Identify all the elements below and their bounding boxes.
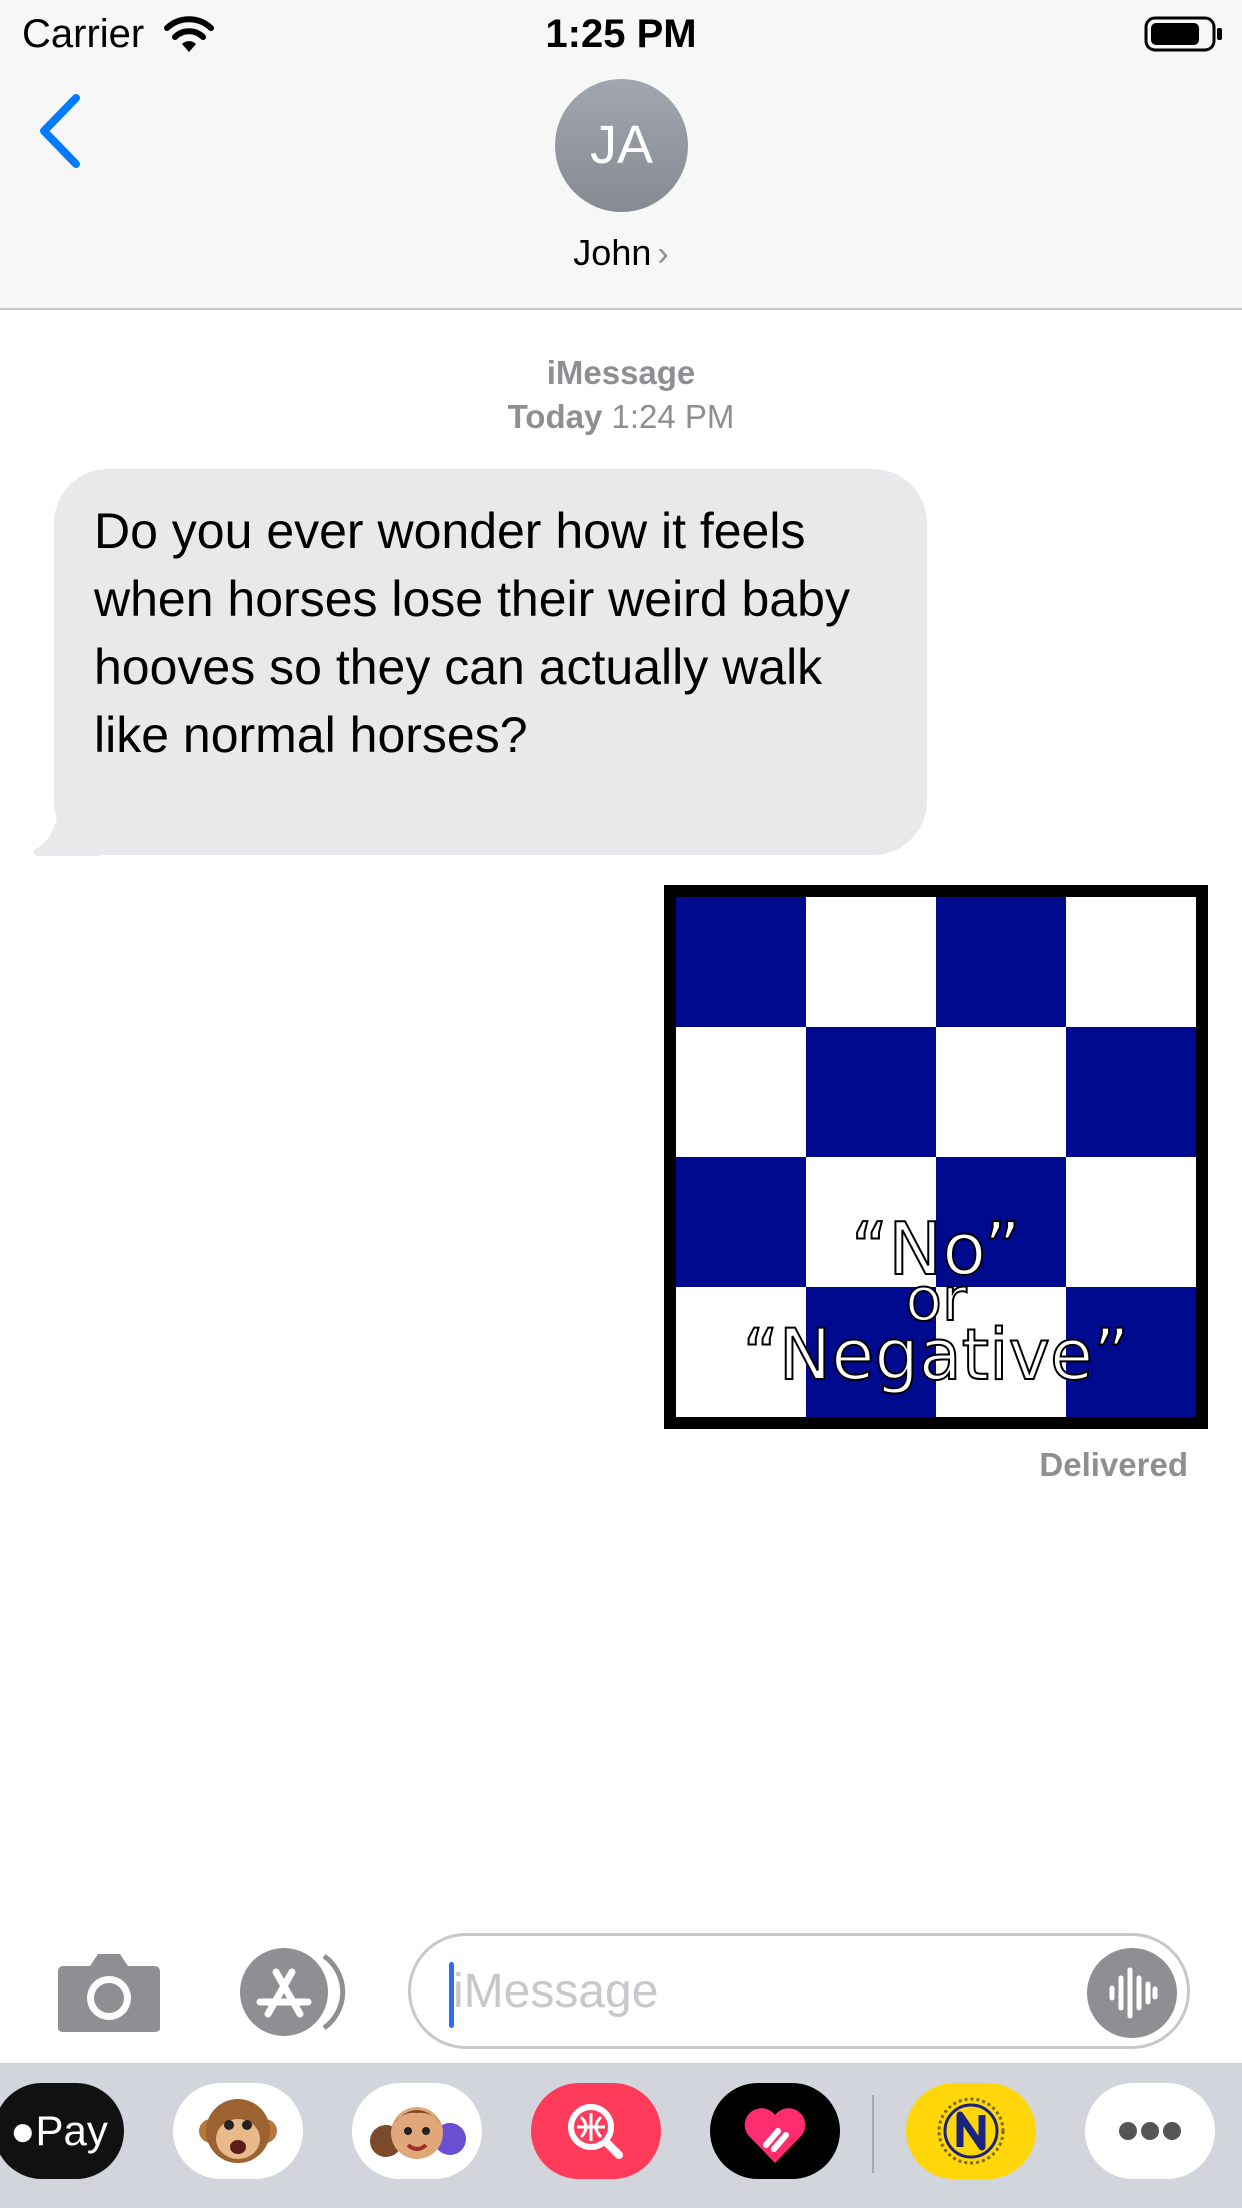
back-chevron-icon[interactable]: [36, 92, 86, 170]
apple-pay-label: Pay: [35, 2107, 108, 2154]
status-time: 1:25 PM: [545, 12, 697, 56]
text-cursor: [449, 1962, 454, 2028]
apple-logo-icon: ●: [10, 2107, 36, 2154]
timestamp-day: Today: [507, 398, 603, 435]
more-icon: [1119, 2122, 1181, 2140]
flag-sticker-message[interactable]: “No” or “Negative”: [664, 885, 1208, 1429]
drawer-divider: [872, 2095, 874, 2173]
chevron-right-icon: ›: [657, 235, 669, 273]
incoming-message-bubble[interactable]: Do you ever wonder how it feels when hor…: [54, 469, 927, 855]
animoji-monkey-icon: [199, 2099, 277, 2163]
digital-touch-heart-icon: [744, 2108, 806, 2163]
contact-avatar[interactable]: JA: [555, 79, 688, 212]
battery-icon: [1144, 16, 1222, 52]
camera-icon[interactable]: [56, 1950, 162, 2034]
app-drawer: ●Pay: [0, 2063, 1242, 2208]
n-flag-sticker-app[interactable]: [906, 2083, 1036, 2179]
contact-name-button[interactable]: John ›: [0, 232, 1242, 274]
delivery-status: Delivered: [1039, 1446, 1188, 1483]
memoji-app[interactable]: [352, 2083, 482, 2179]
memoji-icon: [370, 2107, 466, 2159]
audio-record-button[interactable]: [1087, 1948, 1177, 2038]
service-label: iMessage: [546, 354, 696, 391]
digital-touch-app[interactable]: [710, 2083, 840, 2179]
animoji-app[interactable]: [173, 2083, 303, 2179]
message-input-placeholder: iMessage: [453, 1965, 659, 2018]
image-search-icon: [568, 2104, 623, 2159]
waveform-icon: [1109, 1967, 1158, 2019]
sticker-line-negative: “Negative”: [742, 1314, 1131, 1396]
message-input[interactable]: iMessage: [408, 1933, 1190, 2049]
more-apps-button[interactable]: [1085, 2083, 1215, 2179]
message-timestamp: Today 1:24 PM: [0, 398, 1242, 436]
contact-name: John: [573, 232, 652, 273]
apple-pay-app[interactable]: ●Pay: [0, 2083, 124, 2179]
app-store-icon[interactable]: [232, 1946, 352, 2038]
n-flag-sticker-icon: [937, 2097, 1005, 2165]
timestamp-time: 1:24 PM: [611, 398, 735, 435]
image-search-app[interactable]: [531, 2083, 661, 2179]
